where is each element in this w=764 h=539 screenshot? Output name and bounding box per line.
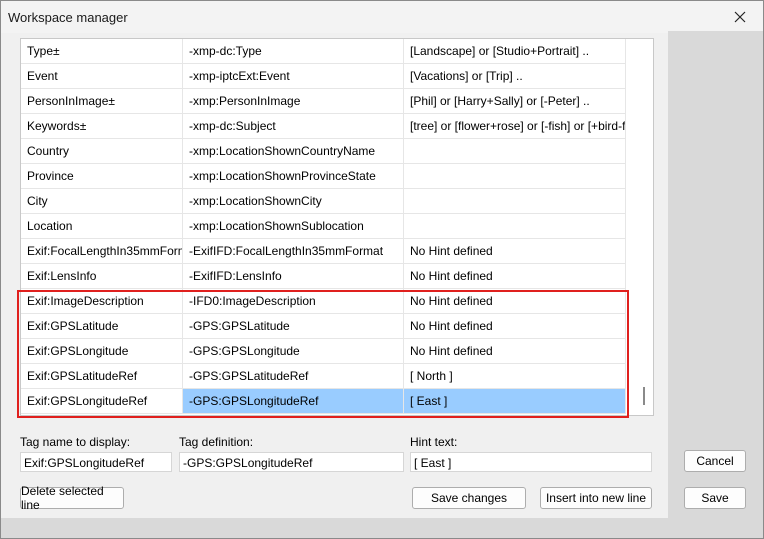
table-row[interactable]: Exif:ImageDescription -IFD0:ImageDescript…	[21, 288, 626, 314]
tag-name-cell[interactable]: Type±	[21, 39, 183, 64]
tag-definition-cell[interactable]: -xmp:LocationShownCity	[182, 188, 404, 214]
tag-definition-cell[interactable]: -xmp:LocationShownSublocation	[182, 213, 404, 239]
hint-cell[interactable]	[403, 188, 626, 214]
hint-text-label: Hint text:	[410, 435, 458, 449]
hint-cell[interactable]: No Hint defined	[403, 238, 626, 264]
tag-name-cell[interactable]: Location	[21, 213, 183, 239]
scrollbar-thumb[interactable]	[643, 387, 645, 405]
hint-cell[interactable]: [ North ]	[403, 363, 626, 389]
cancel-button[interactable]: Cancel	[684, 450, 746, 472]
tag-name-cell[interactable]: Exif:GPSLatitudeRef	[21, 363, 183, 389]
table-row[interactable]: Type± -xmp-dc:Type [Landscape] or [Studio+…	[21, 39, 626, 64]
save-button[interactable]: Save	[684, 487, 746, 509]
table-row[interactable]: PersonInImage± -xmp:PersonInImage [Phil] o…	[21, 88, 626, 114]
table-row[interactable]: Location -xmp:LocationShownSublocation	[21, 213, 626, 239]
close-button[interactable]	[717, 1, 763, 33]
table-row[interactable]: Exif:GPSLatitudeRef -GPS:GPSLatitudeRef[ …	[21, 363, 626, 389]
table-row[interactable]: Exif:GPSLatitude -GPS:GPSLatitude No Hint …	[21, 313, 626, 339]
hint-cell[interactable]	[403, 138, 626, 164]
tag-definition-cell[interactable]: -xmp-dc:Type	[182, 39, 404, 64]
tag-definition-cell[interactable]: -xmp-dc:Subject	[182, 113, 404, 139]
tag-name-cell[interactable]: Exif:FocalLengthIn35mmFormat	[21, 238, 183, 264]
tag-name-cell[interactable]: Event	[21, 63, 183, 89]
hint-cell[interactable]: [Landscape] or [Studio+Portrait] ..	[403, 39, 626, 64]
tag-definition-label: Tag definition:	[179, 435, 254, 449]
tag-definition-cell[interactable]: -GPS:GPSLongitude	[182, 338, 404, 364]
tag-definition-cell[interactable]: -GPS:GPSLatitude	[182, 313, 404, 339]
tag-definition-cell[interactable]: -xmp:LocationShownCountryName	[182, 138, 404, 164]
tag-table: Type± -xmp-dc:Type [Landscape] or [Studio+…	[21, 39, 626, 414]
tag-definition-cell[interactable]: -ExifIFD:LensInfo	[182, 263, 404, 289]
tag-name-cell[interactable]: Exif:GPSLongitude	[21, 338, 183, 364]
table-row[interactable]: Event -xmp-iptcExt:Event [Vacations] or [T…	[21, 63, 626, 89]
close-icon	[734, 11, 746, 23]
tag-name-cell[interactable]: Exif:LensInfo	[21, 263, 183, 289]
hint-cell[interactable]: No Hint defined	[403, 313, 626, 339]
table-row[interactable]: Keywords± -xmp-dc:Subject [tree] or [flowe…	[21, 113, 626, 139]
tag-definition-cell[interactable]: -xmp:LocationShownProvinceState	[182, 163, 404, 189]
tag-name-cell[interactable]: Exif:ImageDescription	[21, 288, 183, 314]
hint-cell[interactable]	[403, 213, 626, 239]
hint-cell[interactable]: [ East ]	[403, 388, 626, 414]
title-bar: Workspace manager	[1, 1, 763, 33]
hint-text-input[interactable]	[410, 452, 652, 472]
workspace-manager-window: Workspace manager Type± -xmp-dc:Type [Land…	[0, 0, 764, 539]
insert-new-line-button[interactable]: Insert into new line	[540, 487, 652, 509]
tag-name-cell[interactable]: City	[21, 188, 183, 214]
delete-selected-line-button[interactable]: Delete selected line	[20, 484, 124, 512]
save-changes-button[interactable]: Save changes	[412, 487, 526, 509]
tag-grid[interactable]: Type± -xmp-dc:Type [Landscape] or [Studio+…	[20, 38, 654, 416]
tag-name-cell[interactable]: Exif:GPSLatitude	[21, 313, 183, 339]
table-row[interactable]: City -xmp:LocationShownCity	[21, 188, 626, 214]
tag-definition-cell[interactable]: -xmp:PersonInImage	[182, 88, 404, 114]
tag-name-label: Tag name to display:	[20, 435, 131, 449]
bottom-strip	[1, 518, 763, 538]
tag-name-input[interactable]	[20, 452, 172, 472]
hint-cell[interactable]: No Hint defined	[403, 288, 626, 314]
tag-definition-cell[interactable]: -ExifIFD:FocalLengthIn35mmFormat	[182, 238, 404, 264]
hint-cell[interactable]: [tree] or [flower+rose] or [-fish] or [+…	[403, 113, 626, 139]
table-row[interactable]: Exif:FocalLengthIn35mmFormat -ExifIFD:Foc…	[21, 238, 626, 264]
table-row[interactable]: Country -xmp:LocationShownCountryName	[21, 138, 626, 164]
tag-definition-cell[interactable]: -GPS:GPSLongitudeRef	[182, 388, 404, 414]
tag-name-cell[interactable]: Country	[21, 138, 183, 164]
tag-definition-cell[interactable]: -xmp-iptcExt:Event	[182, 63, 404, 89]
window-title: Workspace manager	[8, 10, 128, 25]
hint-cell[interactable]: [Vacations] or [Trip] ..	[403, 63, 626, 89]
tag-name-cell[interactable]: PersonInImage±	[21, 88, 183, 114]
vertical-scrollbar[interactable]	[637, 39, 653, 415]
tag-definition-cell[interactable]: -IFD0:ImageDescription	[182, 288, 404, 314]
table-row[interactable]: Exif:GPSLongitudeRef -GPS:GPSLongitudeRef…	[21, 388, 626, 414]
table-row[interactable]: Exif:LensInfo -ExifIFD:LensInfo No Hint de…	[21, 263, 626, 289]
right-panel	[668, 31, 763, 518]
table-row[interactable]: Exif:GPSLongitude -GPS:GPSLongitude No Hin…	[21, 338, 626, 364]
hint-cell[interactable]: No Hint defined	[403, 338, 626, 364]
table-row[interactable]: Province -xmp:LocationShownProvinceState	[21, 163, 626, 189]
tag-definition-cell[interactable]: -GPS:GPSLatitudeRef	[182, 363, 404, 389]
tag-name-cell[interactable]: Exif:GPSLongitudeRef	[21, 388, 183, 414]
tag-definition-input[interactable]	[179, 452, 404, 472]
hint-cell[interactable]	[403, 163, 626, 189]
hint-cell[interactable]: No Hint defined	[403, 263, 626, 289]
hint-cell[interactable]: [Phil] or [Harry+Sally] or [-Peter] ..	[403, 88, 626, 114]
tag-name-cell[interactable]: Keywords±	[21, 113, 183, 139]
tag-name-cell[interactable]: Province	[21, 163, 183, 189]
